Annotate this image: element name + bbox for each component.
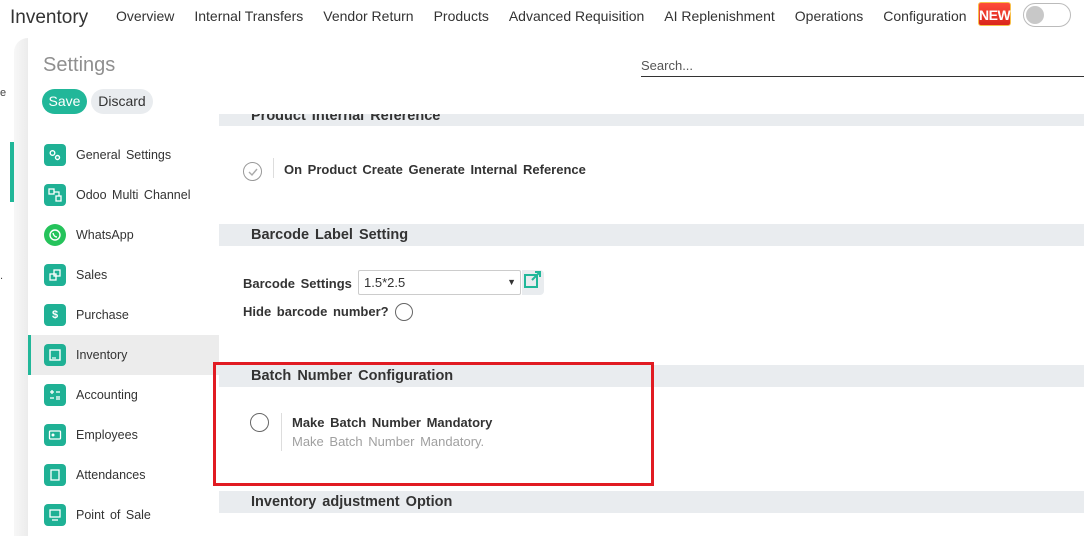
sidebar-item-odoo-multi-channel[interactable]: Odoo Multi Channel xyxy=(28,175,219,215)
sidebar-item-label: Employees xyxy=(76,428,138,442)
toggle-knob xyxy=(1026,6,1044,24)
general-settings-icon xyxy=(44,144,66,166)
menu-overview[interactable]: Overview xyxy=(116,8,174,24)
attendances-icon xyxy=(44,464,66,486)
app-name[interactable]: Inventory xyxy=(10,7,88,29)
barcode-settings-select[interactable]: 1.5*2.5 ▼ xyxy=(358,270,521,295)
whatsapp-icon xyxy=(44,224,66,246)
sidebar-item-point-of-sale[interactable]: Point of Sale xyxy=(28,495,219,535)
sidebar-item-purchase[interactable]: $ Purchase xyxy=(28,295,219,335)
sidebar-item-label: Sales xyxy=(76,268,108,282)
multi-channel-icon xyxy=(44,184,66,206)
edge-text-2: . xyxy=(0,270,4,282)
barcode-settings-value: 1.5*2.5 xyxy=(364,275,406,290)
sidebar-item-label: Attendances xyxy=(76,468,146,482)
highlight-annotation-box xyxy=(213,362,654,486)
top-navbar: Inventory Overview Internal Transfers Ve… xyxy=(0,0,1084,36)
section-barcode-label-setting: Barcode Label Setting xyxy=(219,224,1084,246)
purchase-icon: $ xyxy=(44,304,66,326)
menu-products[interactable]: Products xyxy=(434,8,489,24)
sidebar-item-label: Accounting xyxy=(76,388,138,402)
main-menu: Overview Internal Transfers Vendor Retur… xyxy=(116,8,987,24)
sidebar-item-general-settings[interactable]: General Settings xyxy=(28,135,219,175)
sidebar-item-inventory[interactable]: Inventory xyxy=(28,335,219,375)
accounting-icon xyxy=(44,384,66,406)
caret-down-icon: ▼ xyxy=(507,277,516,287)
menu-operations[interactable]: Operations xyxy=(795,8,863,24)
divider xyxy=(273,158,274,178)
settings-title: Settings xyxy=(43,54,116,76)
new-badge-icon[interactable]: NEW xyxy=(978,2,1011,26)
point-of-sale-icon xyxy=(44,504,66,526)
sidebar-item-label: Purchase xyxy=(76,308,129,322)
sales-icon xyxy=(44,264,66,286)
section-product-internal-reference: Product Internal Reference xyxy=(219,114,1084,126)
external-link-button[interactable] xyxy=(522,270,544,295)
external-link-icon xyxy=(524,271,541,288)
hide-barcode-checkbox[interactable] xyxy=(395,303,413,321)
menu-internal-transfers[interactable]: Internal Transfers xyxy=(194,8,303,24)
discard-button[interactable]: Discard xyxy=(91,89,153,114)
settings-sidebar: General Settings Odoo Multi Channel What… xyxy=(28,135,219,535)
menu-vendor-return[interactable]: Vendor Return xyxy=(323,8,413,24)
sidebar-item-label: General Settings xyxy=(76,148,172,162)
sidebar-item-attendances[interactable]: Attendances xyxy=(28,455,219,495)
hide-barcode-label: Hide barcode number? xyxy=(243,304,389,319)
save-button[interactable]: Save xyxy=(42,89,87,114)
menu-advanced-requisition[interactable]: Advanced Requisition xyxy=(509,8,644,24)
sidebar-item-label: Inventory xyxy=(76,348,128,362)
sidebar-item-employees[interactable]: Employees xyxy=(28,415,219,455)
sidebar-item-whatsapp[interactable]: WhatsApp xyxy=(28,215,219,255)
inventory-icon xyxy=(44,344,66,366)
sidebar-item-sales[interactable]: Sales xyxy=(28,255,219,295)
menu-configuration[interactable]: Configuration xyxy=(883,8,966,24)
mode-toggle[interactable] xyxy=(1023,3,1071,27)
sidebar-item-label: Odoo Multi Channel xyxy=(76,188,191,202)
checkmark-icon xyxy=(248,168,258,177)
product-ref-checkbox[interactable] xyxy=(243,162,262,181)
sidebar-item-label: Point of Sale xyxy=(76,508,151,522)
search-input[interactable] xyxy=(641,55,1084,77)
edge-text: e xyxy=(0,87,7,99)
section-inventory-adjustment-option: Inventory adjustment Option xyxy=(219,491,1084,513)
employees-icon xyxy=(44,424,66,446)
barcode-settings-label: Barcode Settings xyxy=(243,276,352,291)
menu-ai-replenishment[interactable]: AI Replenishment xyxy=(664,8,775,24)
option-product-ref-label: On Product Create Generate Internal Refe… xyxy=(284,162,586,177)
sidebar-item-accounting[interactable]: Accounting xyxy=(28,375,219,415)
panel-edge xyxy=(14,38,28,536)
sidebar-item-label: WhatsApp xyxy=(76,228,134,242)
